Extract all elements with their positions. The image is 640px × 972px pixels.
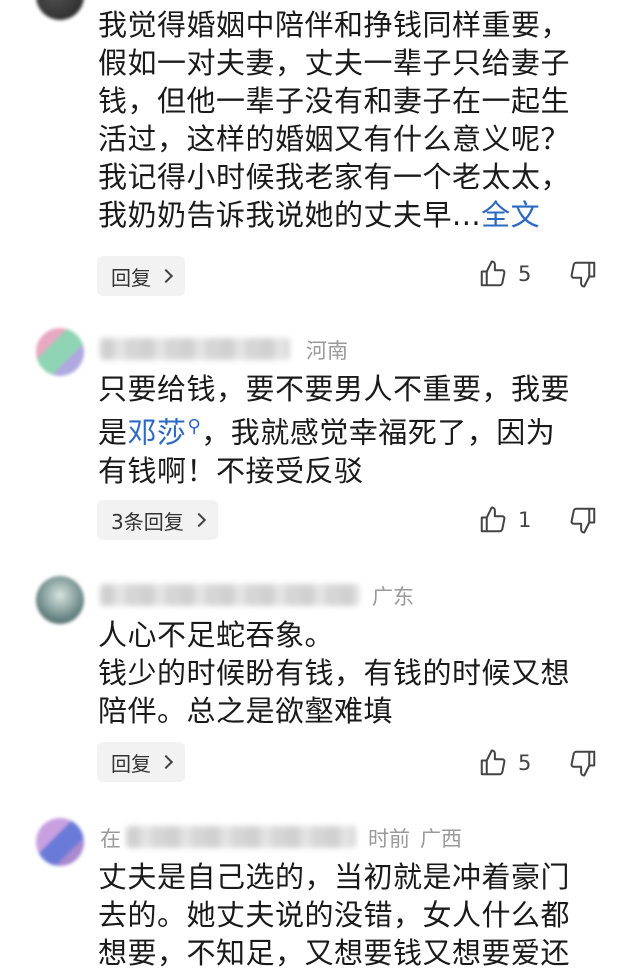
comment-line: 我奶奶告诉我说她的丈夫早...全文 bbox=[98, 196, 598, 234]
comment-line: 钱少的时候盼有钱，有钱的时候又想 bbox=[98, 656, 571, 690]
replies-button[interactable]: 3条回复 bbox=[97, 500, 218, 540]
like-count: 5 bbox=[518, 751, 532, 775]
thumbs-up-icon bbox=[480, 749, 506, 776]
comment-line: 人心不足蛇吞象。 bbox=[98, 618, 335, 652]
comment-line: 陪伴。总之是欲壑难填 bbox=[98, 694, 394, 728]
avatar[interactable] bbox=[36, 328, 84, 376]
blurred-username bbox=[100, 338, 290, 360]
like-button[interactable]: 5 bbox=[478, 259, 531, 289]
comment-line: 有钱啊！不接受反驳 bbox=[98, 453, 364, 488]
comment-line: 丈夫是自己选的，当初就是冲着豪门 bbox=[98, 860, 571, 894]
comment-truncated-text: 我奶奶告诉我说她的丈夫早... bbox=[98, 198, 482, 232]
thumbs-down-icon bbox=[570, 507, 596, 534]
comment-location: 广东 bbox=[372, 585, 414, 609]
reply-label: 3条回复 bbox=[111, 509, 184, 534]
like-count: 5 bbox=[518, 262, 532, 286]
comment-location: 河南 bbox=[306, 339, 348, 363]
comment-location: 广西 bbox=[420, 827, 462, 851]
comment-line: 钱，但他一辈子没有和妻子在一起生 bbox=[98, 84, 571, 118]
avatar[interactable] bbox=[36, 0, 84, 20]
thumbs-up-icon bbox=[480, 260, 506, 287]
expand-full-text-link[interactable]: 全文 bbox=[481, 198, 540, 232]
dislike-button[interactable] bbox=[568, 748, 598, 782]
comment-line: 是邓莎⚲，我就感觉幸福死了，因为 bbox=[98, 408, 598, 452]
comment-meta: 河南 bbox=[100, 332, 360, 363]
blurred-username bbox=[100, 584, 360, 606]
comment-text: 只要给钱，要不要男人不重要，我要 是邓莎⚲，我就感觉幸福死了，因为 有钱啊！不接… bbox=[98, 370, 598, 490]
comment-line: 只要给钱，要不要男人不重要，我要 bbox=[98, 372, 571, 406]
comment-meta: 在 时前 广西 bbox=[100, 820, 480, 851]
reply-button[interactable]: 回复 bbox=[97, 256, 185, 296]
person-search-link[interactable]: 邓莎 bbox=[128, 416, 187, 450]
like-count: 1 bbox=[518, 508, 532, 532]
comment-line: 我觉得婚姻中陪伴和挣钱同样重要， bbox=[98, 8, 571, 42]
search-icon: ⚲ bbox=[187, 416, 202, 437]
text-segment: ，我就感觉幸福死了，因为 bbox=[201, 415, 556, 450]
comment-line: 活过，这样的婚姻又有什么意义呢？ bbox=[98, 122, 571, 156]
avatar[interactable] bbox=[36, 576, 84, 624]
reply-label: 回复 bbox=[111, 265, 151, 290]
text-segment: 是 bbox=[98, 415, 128, 450]
thumbs-up-icon bbox=[480, 506, 506, 533]
like-button[interactable]: 5 bbox=[478, 748, 531, 778]
comment-meta: 广东 bbox=[100, 578, 440, 609]
comment-line: 想要，不知足，又想要钱又想要爱还 bbox=[98, 936, 571, 970]
thumbs-down-icon bbox=[570, 750, 596, 777]
comment-text: 人心不足蛇吞象。 钱少的时候盼有钱，有钱的时候又想 陪伴。总之是欲壑难填 bbox=[98, 616, 598, 730]
blurred-username bbox=[126, 826, 356, 848]
comment-text: 我觉得婚姻中陪伴和挣钱同样重要， 假如一对夫妻，丈夫一辈子只给妻子 钱，但他一辈… bbox=[98, 6, 598, 234]
avatar[interactable] bbox=[36, 818, 84, 866]
reply-button[interactable]: 回复 bbox=[97, 742, 185, 782]
comment-line: 假如一对夫妻，丈夫一辈子只给妻子 bbox=[98, 46, 571, 80]
comment-line: 去的。她丈夫说的没错，女人什么都 bbox=[98, 898, 571, 932]
chevron-right-icon bbox=[158, 754, 174, 770]
comment-time-partial: 时前 bbox=[368, 827, 410, 851]
comment-username-partial: 在 bbox=[100, 827, 121, 851]
like-button[interactable]: 1 bbox=[478, 505, 531, 535]
reply-label: 回复 bbox=[111, 751, 151, 776]
thumbs-down-icon bbox=[570, 261, 596, 288]
comment-line: 我记得小时候我老家有一个老太太， bbox=[98, 160, 571, 194]
chevron-right-icon bbox=[158, 268, 174, 284]
chevron-right-icon bbox=[191, 512, 206, 528]
dislike-button[interactable] bbox=[568, 505, 598, 539]
dislike-button[interactable] bbox=[568, 259, 598, 293]
comment-text: 丈夫是自己选的，当初就是冲着豪门 去的。她丈夫说的没错，女人什么都 想要，不知足… bbox=[98, 858, 598, 972]
